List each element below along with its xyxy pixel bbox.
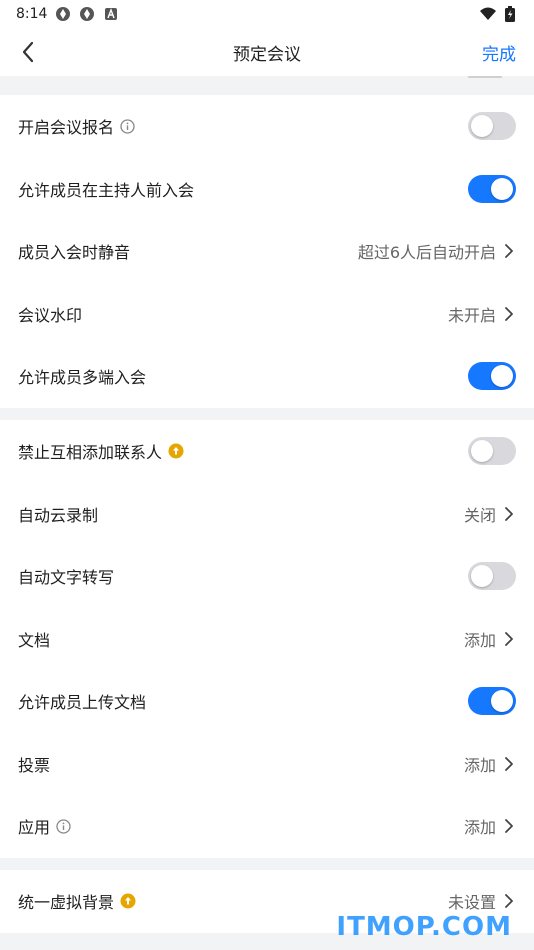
chevron-right-icon <box>502 506 516 521</box>
row-accessory: 超过6人后自动开启 <box>358 239 516 263</box>
row-label-wrap: 允许成员多端入会 <box>18 364 146 388</box>
chevron-right-icon <box>502 894 516 909</box>
row-label-wrap: 自动文字转写 <box>18 564 114 588</box>
row-label-wrap: 统一虚拟背景 <box>18 889 136 913</box>
toggle-switch[interactable] <box>468 112 516 141</box>
row-accessory <box>468 174 516 203</box>
row-label-wrap: 允许成员在主持人前入会 <box>18 177 194 201</box>
row-label: 投票 <box>18 755 51 775</box>
upgrade-icon <box>168 443 184 459</box>
row-accessory <box>468 687 516 716</box>
page-title: 预定会议 <box>233 44 301 65</box>
wifi-icon <box>480 6 496 22</box>
row-value: 添加 <box>463 630 496 650</box>
watermark-logo: ITMOP.COM <box>336 912 512 942</box>
row-label-wrap: 文档 <box>18 627 50 651</box>
row-accessory <box>468 112 516 141</box>
row-label-wrap: 投票 <box>18 752 50 776</box>
app-notification-icon <box>79 6 95 22</box>
row-label: 允许成员上传文档 <box>18 693 147 713</box>
text-notification-icon <box>103 6 119 22</box>
nav-bar: 预定会议 完成 <box>0 28 534 76</box>
chevron-right-icon <box>502 819 516 834</box>
settings-row[interactable]: 文档 添加 <box>0 608 534 671</box>
row-accessory: 未开启 <box>448 302 516 326</box>
chevron-right-icon <box>502 756 516 771</box>
row-label: 自动云录制 <box>18 505 99 525</box>
chevron-left-icon <box>22 41 34 63</box>
row-label-wrap: 自动云录制 <box>18 502 98 526</box>
settings-group-meeting: 开启会议报名允许成员在主持人前入会 成员入会时静音 超过6人后自动开启会议水印 未开启… <box>0 95 534 408</box>
row-label: 应用 <box>18 818 51 838</box>
row-value: 未开启 <box>447 305 496 325</box>
chevron-right-icon <box>502 306 516 321</box>
row-accessory: 关闭 <box>464 502 516 526</box>
settings-row[interactable]: 允许成员在主持人前入会 <box>0 158 534 221</box>
settings-row[interactable]: 投票 添加 <box>0 733 534 796</box>
battery-icon <box>502 6 518 22</box>
row-label: 允许成员在主持人前入会 <box>18 180 195 200</box>
settings-row[interactable]: 允许成员上传文档 <box>0 670 534 733</box>
row-label: 自动文字转写 <box>18 568 115 588</box>
row-label-wrap: 禁止互相添加联系人 <box>18 439 184 463</box>
upgrade-icon <box>120 893 136 909</box>
toggle-switch[interactable] <box>468 174 516 203</box>
info-icon[interactable] <box>120 119 135 134</box>
chevron-right-icon <box>502 631 516 646</box>
row-label: 文档 <box>18 630 51 650</box>
row-accessory: 添加 <box>464 752 516 776</box>
scroll-indicator <box>468 76 502 78</box>
row-value: 超过6人后自动开启 <box>357 243 496 263</box>
back-button[interactable] <box>14 38 42 66</box>
row-value: 未设置 <box>447 893 496 913</box>
settings-group-collaboration: 禁止互相添加联系人 自动云录制 关闭 自动文字转写 文档 添加 允许成员上传文档 投票 添加 应用… <box>0 420 534 858</box>
toggle-switch[interactable] <box>468 687 516 716</box>
row-label: 会议水印 <box>18 305 83 325</box>
status-time: 8:14 <box>16 6 48 22</box>
row-accessory <box>468 437 516 466</box>
row-label: 开启会议报名 <box>18 118 115 138</box>
row-accessory <box>468 562 516 591</box>
settings-row[interactable]: 自动云录制 关闭 <box>0 483 534 546</box>
app-notification-icon <box>55 6 71 22</box>
row-label: 禁止互相添加联系人 <box>18 443 163 463</box>
chevron-right-icon <box>502 244 516 259</box>
status-bar: 8:14 <box>0 0 534 28</box>
toggle-switch[interactable] <box>468 437 516 466</box>
row-accessory: 添加 <box>464 814 516 838</box>
toggle-switch[interactable] <box>468 362 516 391</box>
info-icon[interactable] <box>56 819 71 834</box>
settings-row[interactable]: 禁止互相添加联系人 <box>0 420 534 483</box>
settings-row[interactable]: 应用 添加 <box>0 795 534 858</box>
settings-row[interactable]: 会议水印 未开启 <box>0 283 534 346</box>
row-label-wrap: 应用 <box>18 814 71 838</box>
done-button[interactable]: 完成 <box>482 40 516 65</box>
row-label: 统一虚拟背景 <box>18 893 115 913</box>
toggle-switch[interactable] <box>468 562 516 591</box>
settings-row[interactable]: 开启会议报名 <box>0 95 534 158</box>
row-label: 成员入会时静音 <box>18 243 131 263</box>
row-value: 关闭 <box>463 505 496 525</box>
settings-row[interactable]: 自动文字转写 <box>0 545 534 608</box>
row-value: 添加 <box>463 818 496 838</box>
row-label-wrap: 会议水印 <box>18 302 82 326</box>
row-accessory: 添加 <box>464 627 516 651</box>
settings-row[interactable]: 成员入会时静音 超过6人后自动开启 <box>0 220 534 283</box>
row-label-wrap: 开启会议报名 <box>18 114 135 138</box>
row-label-wrap: 允许成员上传文档 <box>18 689 146 713</box>
row-value: 添加 <box>463 755 496 775</box>
row-label: 允许成员多端入会 <box>18 368 147 388</box>
row-accessory: 未设置 <box>448 889 516 913</box>
row-label-wrap: 成员入会时静音 <box>18 239 130 263</box>
row-accessory <box>468 362 516 391</box>
settings-row[interactable]: 允许成员多端入会 <box>0 345 534 408</box>
